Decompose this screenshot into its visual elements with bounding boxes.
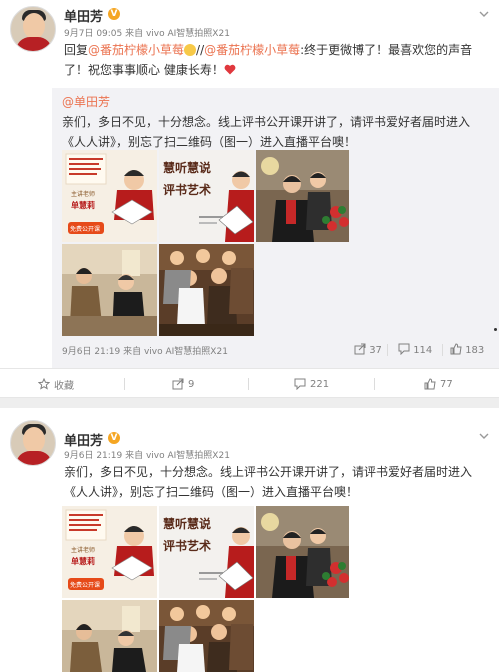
poster-teacher-name: 单慧莉 <box>71 200 95 210</box>
thumbs-up-icon <box>424 378 436 390</box>
share-button[interactable]: 9 <box>172 369 194 399</box>
share-count: 37 <box>369 345 382 356</box>
weibo-post-original: 单田芳 V 9月6日 21:19 来自 vivo AI智慧拍照X21 亲们，多日… <box>0 408 499 672</box>
heart-icon <box>224 64 236 75</box>
smile-emoji-icon <box>184 44 197 56</box>
favorite-button[interactable]: 收藏 <box>38 369 74 399</box>
poster-title-2: 评书艺术 <box>163 182 211 197</box>
mention-link[interactable]: @番茄柠檬小草莓 <box>88 43 184 57</box>
poster-badge: 免费公开课 <box>70 581 100 589</box>
poster-teacher-label: 主讲老师 <box>71 190 95 198</box>
poster-title-1: 慧听慧说 <box>163 160 211 175</box>
share-count: 9 <box>188 378 195 390</box>
share-icon <box>354 343 366 355</box>
poster-teacher-label: 主讲老师 <box>71 546 95 554</box>
photo-image-3[interactable] <box>256 150 349 242</box>
star-icon <box>38 378 50 390</box>
photo-image-4[interactable] <box>62 244 157 336</box>
thumbs-up-icon <box>450 343 462 355</box>
mention-link[interactable]: @番茄柠檬小草莓 <box>204 43 300 57</box>
share-icon <box>172 378 184 390</box>
photo-image-5[interactable] <box>159 600 254 672</box>
poster-image-2[interactable]: 慧听慧说 评书艺术 <box>159 506 254 598</box>
post-text: 亲们，多日不见，十分想念。线上评书公开课开讲了，请评书爱好者届时进入 《人人讲》… <box>64 462 494 502</box>
feed-separator <box>0 398 499 408</box>
avatar[interactable] <box>10 420 56 466</box>
post-meta: 9月6日 21:19 来自 vivo AI智慧拍照X21 <box>64 451 230 461</box>
comment-icon <box>294 378 306 390</box>
repost-meta: 9月6日 21:19 来自 vivo AI智慧拍照X21 <box>62 347 228 357</box>
repost-separator: // <box>196 43 205 57</box>
poster-teacher-name: 单慧莉 <box>71 556 95 566</box>
verified-badge-icon: V <box>108 8 120 20</box>
like-count: 183 <box>465 345 485 356</box>
user-name[interactable]: 单田芳 <box>64 6 103 25</box>
like-button[interactable]: 77 <box>424 369 453 399</box>
post-meta: 9月7日 09:05 来自 vivo AI智慧拍照X21 <box>64 29 230 39</box>
like-count: 77 <box>440 378 453 390</box>
repost-body: 亲们，多日不见，十分想念。线上评书公开课开讲了，请评书爱好者届时进入《人人讲》，… <box>62 115 471 149</box>
repost-card[interactable]: @单田芳 亲们，多日不见，十分想念。线上评书公开课开讲了，请评书爱好者届时进入《… <box>52 88 499 368</box>
post-text: 回复@番茄柠檬小草莓//@番茄柠檬小草莓:终于更微博了！最喜欢您的声音了！祝您事… <box>64 40 484 80</box>
poster-image-1[interactable]: 主讲老师 单慧莉 免费公开课 <box>62 506 157 598</box>
verified-badge-icon: V <box>108 432 120 444</box>
photo-image-5[interactable] <box>159 244 254 336</box>
reply-prefix: 回复 <box>64 43 89 57</box>
post-action-bar: 收藏 9 221 77 <box>0 368 499 398</box>
comment-count: 221 <box>310 378 330 390</box>
weibo-feed: 单田芳 V 9月7日 09:05 来自 vivo AI智慧拍照X21 回复@番茄… <box>0 0 499 672</box>
photo-image-4[interactable] <box>62 600 157 672</box>
post-text-line-2: 《人人讲》，别忘了扫二维码（图一）进入直播平台噢！ <box>64 485 359 499</box>
weibo-post-reply: 单田芳 V 9月7日 09:05 来自 vivo AI智慧拍照X21 回复@番茄… <box>0 0 499 398</box>
repost-comment-stat[interactable]: 114 <box>398 343 432 356</box>
comment-count: 114 <box>413 345 433 356</box>
repost-like-stat[interactable]: 183 <box>450 343 484 356</box>
repost-share-stat[interactable]: 37 <box>354 343 382 356</box>
scroll-indicator <box>494 328 497 331</box>
poster-badge: 免费公开课 <box>70 225 100 233</box>
comment-icon <box>398 343 410 356</box>
poster-image-2[interactable]: 慧听慧说 评书艺术 <box>159 150 254 242</box>
chevron-down-icon[interactable] <box>478 8 490 20</box>
poster-image-1[interactable]: 主讲老师 单慧莉 免费公开课 <box>62 150 157 242</box>
avatar[interactable] <box>10 6 56 52</box>
chevron-down-icon[interactable] <box>478 430 490 442</box>
repost-user-link[interactable]: @单田芳 <box>62 95 110 109</box>
repost-text: @单田芳 亲们，多日不见，十分想念。线上评书公开课开讲了，请评书爱好者届时进入《… <box>62 92 492 152</box>
user-name[interactable]: 单田芳 <box>64 430 103 449</box>
poster-title-1: 慧听慧说 <box>163 516 211 531</box>
post-text-line-1: 亲们，多日不见，十分想念。线上评书公开课开讲了，请评书爱好者届时进入 <box>64 465 473 479</box>
comment-button[interactable]: 221 <box>294 369 329 399</box>
favorite-label: 收藏 <box>54 380 74 392</box>
poster-title-2: 评书艺术 <box>163 538 211 553</box>
photo-image-3[interactable] <box>256 506 349 598</box>
